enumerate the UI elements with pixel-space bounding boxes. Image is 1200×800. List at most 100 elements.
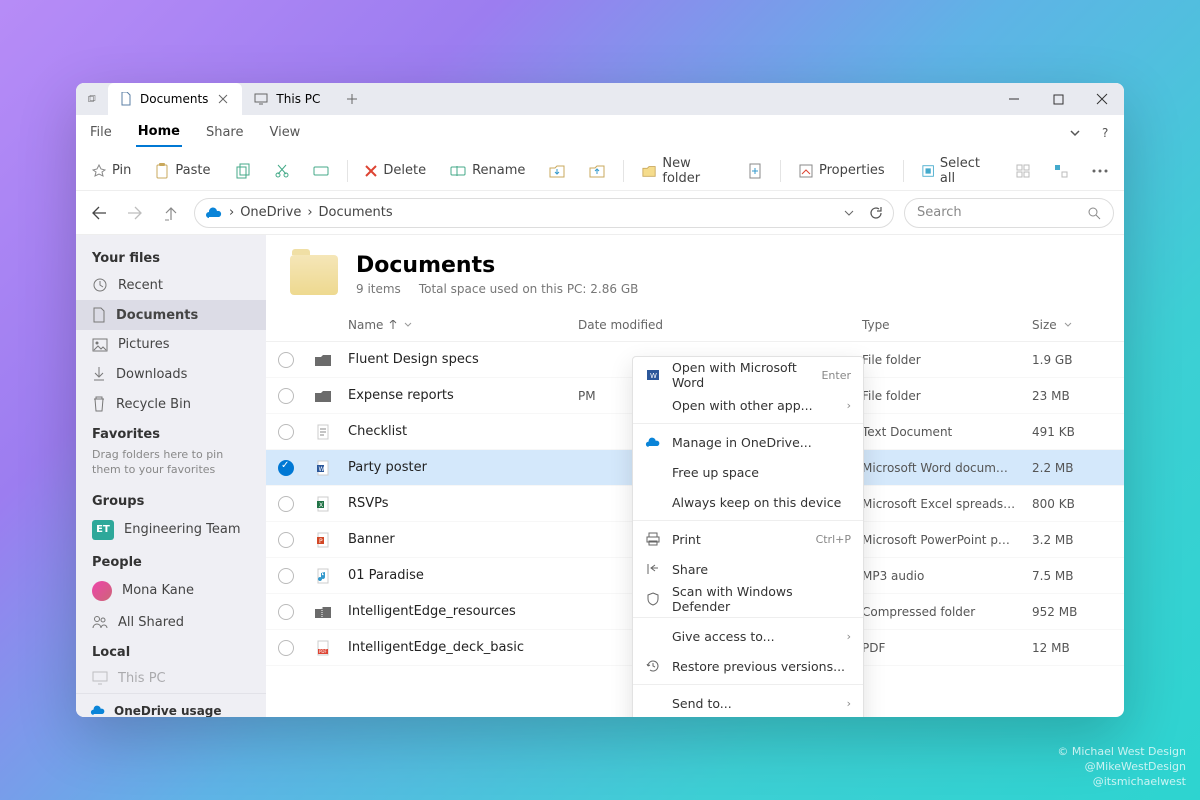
file-type: MP3 audio xyxy=(862,569,1032,583)
menu-item[interactable]: Open with other app...› xyxy=(633,390,863,420)
forward-button[interactable] xyxy=(122,200,148,226)
file-size: 2.2 MB xyxy=(1032,461,1112,475)
svg-text:W: W xyxy=(319,466,325,473)
up-button[interactable] xyxy=(158,200,184,226)
usage-title: OneDrive usage xyxy=(114,704,222,717)
people-icon xyxy=(92,615,108,629)
breadcrumb-item[interactable]: OneDrive xyxy=(240,205,301,220)
selectnone-button[interactable] xyxy=(1010,160,1036,182)
delete-button[interactable]: Delete xyxy=(359,159,432,182)
tab-documents[interactable]: Documents xyxy=(108,83,242,115)
sidebar-item-recent[interactable]: Recent xyxy=(76,270,266,300)
sidebar-item-documents[interactable]: Documents xyxy=(76,300,266,330)
sidebar-group-item[interactable]: ET Engineering Team xyxy=(76,513,266,547)
pin-button[interactable]: Pin xyxy=(86,159,137,182)
pdf-icon: PDF xyxy=(314,639,332,657)
tab-stack-icon[interactable] xyxy=(76,83,108,115)
space-used: Total space used on this PC: 2.86 GB xyxy=(419,282,639,296)
menu-item[interactable]: Share xyxy=(633,554,863,584)
sidebar-item-pictures[interactable]: Pictures xyxy=(76,330,266,359)
select-radio[interactable] xyxy=(278,568,294,584)
copy-button[interactable] xyxy=(229,159,257,183)
maximize-button[interactable] xyxy=(1036,83,1080,115)
word-icon: W xyxy=(645,368,661,382)
menu-item[interactable]: Scan with Windows Defender xyxy=(633,584,863,614)
file-type: File folder xyxy=(862,389,1032,403)
sidebar-local-item[interactable]: This PC xyxy=(76,664,266,693)
svg-text:?: ? xyxy=(1102,126,1108,140)
chevron-right-icon: › xyxy=(847,697,851,710)
sidebar-item-label: Engineering Team xyxy=(124,522,241,537)
select-radio[interactable] xyxy=(278,532,294,548)
menu-item[interactable]: Send to...› xyxy=(633,688,863,717)
svg-text:PDF: PDF xyxy=(319,649,327,654)
select-radio[interactable] xyxy=(278,496,294,512)
newitem-button[interactable] xyxy=(742,159,768,183)
sidebar-item-downloads[interactable]: Downloads xyxy=(76,359,266,389)
menu-accel: Ctrl+P xyxy=(816,533,851,546)
chevron-right-icon: › xyxy=(847,630,851,643)
copypath-button[interactable] xyxy=(307,160,335,182)
tab-thispc[interactable]: This PC xyxy=(242,83,332,115)
back-button[interactable] xyxy=(86,200,112,226)
invertselect-button[interactable] xyxy=(1048,160,1074,182)
menu-item[interactable]: Give access to...› xyxy=(633,621,863,651)
search-input[interactable]: Search xyxy=(904,198,1114,228)
newfolder-button[interactable]: New folder xyxy=(636,152,730,190)
select-radio[interactable] xyxy=(278,604,294,620)
chevron-down-icon[interactable] xyxy=(843,207,855,219)
refresh-icon[interactable] xyxy=(869,206,883,220)
group-badge: ET xyxy=(92,520,114,540)
moveto-button[interactable] xyxy=(543,160,571,182)
chevron-down-icon[interactable] xyxy=(1068,126,1082,140)
breadcrumb-item[interactable]: Documents xyxy=(319,205,393,220)
folder-dark-icon xyxy=(314,351,332,369)
menu-item[interactable]: Restore previous versions... xyxy=(633,651,863,681)
file-size: 7.5 MB xyxy=(1032,569,1112,583)
context-menu: WOpen with Microsoft WordEnterOpen with … xyxy=(632,356,864,717)
menu-item[interactable]: Free up space xyxy=(633,457,863,487)
menu-item[interactable]: PrintCtrl+P xyxy=(633,524,863,554)
menu-share[interactable]: Share xyxy=(204,119,246,146)
sidebar-people-item[interactable]: All Shared xyxy=(76,608,266,637)
select-radio[interactable] xyxy=(278,388,294,404)
col-size[interactable]: Size xyxy=(1032,318,1112,332)
more-button[interactable] xyxy=(1086,165,1114,177)
selectall-button[interactable]: Select all xyxy=(916,152,998,190)
document-icon xyxy=(120,92,132,106)
file-size: 1.9 GB xyxy=(1032,353,1112,367)
help-icon[interactable]: ? xyxy=(1098,126,1112,140)
properties-button[interactable]: Properties xyxy=(793,159,891,182)
item-count: 9 items xyxy=(356,282,401,296)
menu-item[interactable]: WOpen with Microsoft WordEnter xyxy=(633,360,863,390)
select-radio[interactable] xyxy=(278,352,294,368)
sidebar-people-item[interactable]: Mona Kane xyxy=(76,574,266,608)
copyto-button[interactable] xyxy=(583,160,611,182)
close-window-button[interactable] xyxy=(1080,83,1124,115)
select-radio[interactable] xyxy=(278,640,294,656)
menu-view[interactable]: View xyxy=(267,119,302,146)
col-name[interactable]: Name xyxy=(348,318,578,332)
breadcrumb[interactable]: › OneDrive › Documents xyxy=(194,198,894,228)
close-icon[interactable] xyxy=(216,92,230,106)
sidebar-item-label: Pictures xyxy=(118,337,169,352)
menu-label: Open with Microsoft Word xyxy=(672,360,810,390)
menu-file[interactable]: File xyxy=(88,119,114,146)
menu-item[interactable]: Always keep on this device xyxy=(633,487,863,517)
select-radio[interactable] xyxy=(278,424,294,440)
menu-item[interactable]: Manage in OneDrive... xyxy=(633,427,863,457)
sidebar-item-recycle-bin[interactable]: Recycle Bin xyxy=(76,389,266,419)
select-radio[interactable] xyxy=(278,460,294,476)
ppt-icon: P xyxy=(314,531,332,549)
col-type[interactable]: Type xyxy=(862,318,1032,332)
rename-button[interactable]: Rename xyxy=(444,159,531,182)
new-tab-button[interactable] xyxy=(332,83,372,115)
cut-button[interactable] xyxy=(269,160,295,182)
sidebar-item-label: Documents xyxy=(116,308,198,323)
minimize-button[interactable] xyxy=(992,83,1036,115)
shield-icon xyxy=(645,592,661,606)
col-date[interactable]: Date modified xyxy=(578,318,862,332)
paste-button[interactable]: Paste xyxy=(149,159,216,183)
menu-home[interactable]: Home xyxy=(136,118,182,147)
avatar xyxy=(92,581,112,601)
